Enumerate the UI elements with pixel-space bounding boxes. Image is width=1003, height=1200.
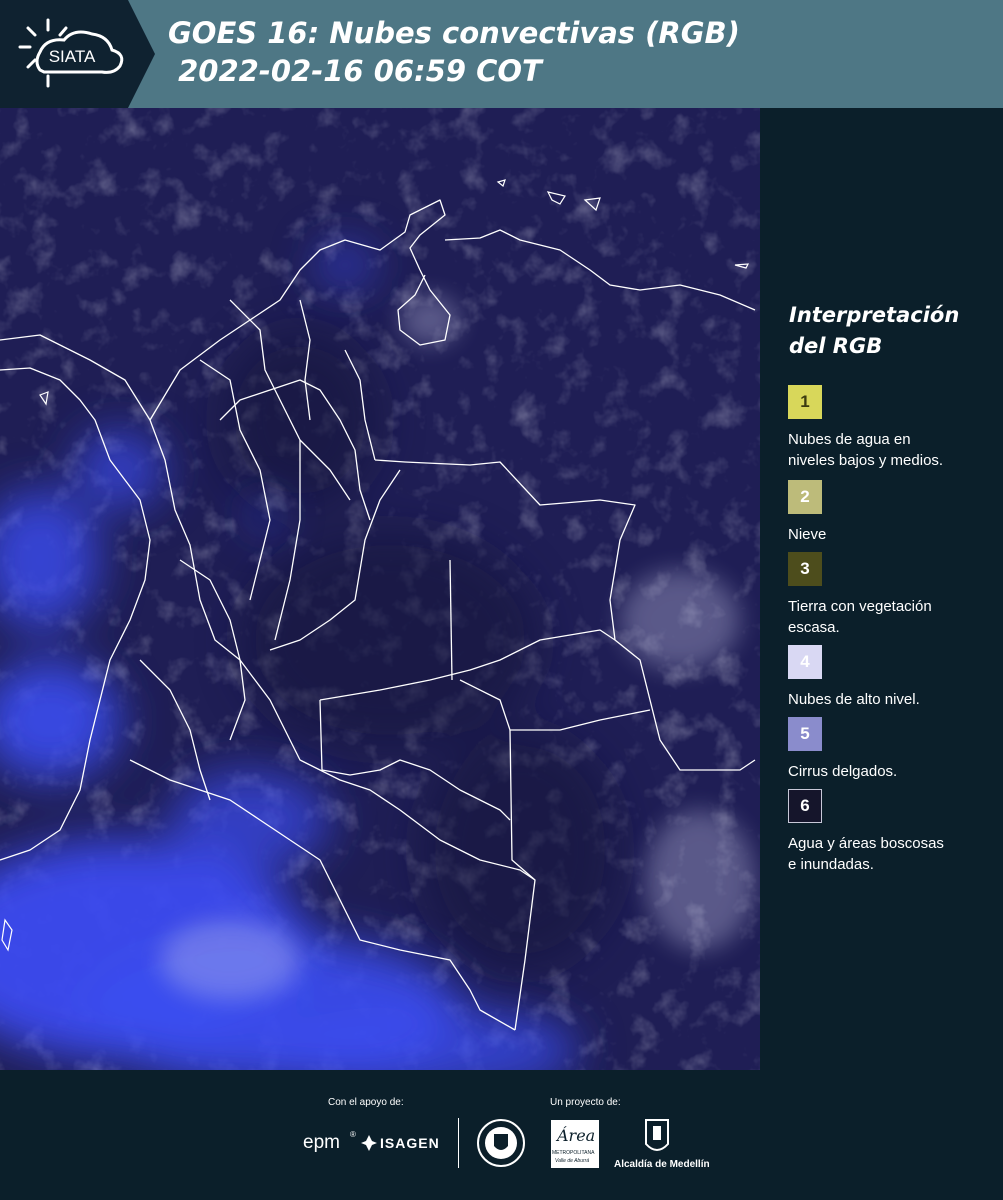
legend-title-line-2: del RGB xyxy=(789,334,883,358)
legend-label-1-line-1: Nubes de agua en xyxy=(788,431,911,448)
legend-label-5: Cirrus delgados. xyxy=(788,761,998,782)
legend-swatch-6: 6 xyxy=(788,789,822,823)
satellite-map-canvas xyxy=(0,108,760,1070)
legend-label-2: Nieve xyxy=(788,524,998,545)
medellin-seal-icon xyxy=(477,1119,525,1167)
header-bar: SIATA GOES 16: Nubes convectivas (RGB) 2… xyxy=(0,0,1003,108)
legend-item-3: 3 Tierra con vegetación escasa. xyxy=(788,552,998,638)
legend-label-3-line-2: escasa. xyxy=(788,619,840,636)
alcaldia-label: Alcaldía de Medellín xyxy=(614,1159,710,1170)
legend-label-6-line-2: e inundadas. xyxy=(788,856,874,873)
legend-label-4: Nubes de alto nivel. xyxy=(788,689,998,710)
title-line-2: 2022-02-16 06:59 COT xyxy=(168,54,542,88)
legend-item-5: 5 Cirrus delgados. xyxy=(788,717,998,782)
legend-swatch-5: 5 xyxy=(788,717,822,751)
legend-swatch-1: 1 xyxy=(788,385,822,419)
isagen-icon xyxy=(361,1135,377,1151)
legend-swatch-3: 3 xyxy=(788,552,822,586)
area-logo-sub1: METROPOLITANA xyxy=(552,1150,595,1156)
legend-label-6-line-1: Agua y áreas boscosas xyxy=(788,835,944,852)
page-title: GOES 16: Nubes convectivas (RGB) 2022-02… xyxy=(168,14,740,90)
legend-label-1-line-2: niveles bajos y medios. xyxy=(788,452,944,469)
siata-logo: SIATA xyxy=(0,0,155,108)
legend-label-6: Agua y áreas boscosas e inundadas. xyxy=(788,833,998,875)
legend-title-line-1: Interpretación xyxy=(789,303,960,327)
title-line-1: GOES 16: Nubes convectivas (RGB) xyxy=(168,16,740,50)
legend-title: Interpretación del RGB xyxy=(789,300,959,362)
area-logo-title: Área xyxy=(557,1126,596,1145)
footer-divider xyxy=(458,1118,459,1168)
legend-label-4-line-1: Nubes de alto nivel. xyxy=(788,691,920,708)
legend-item-2: 2 Nieve xyxy=(788,480,998,545)
epm-registered-mark: ® xyxy=(350,1130,356,1139)
isagen-logo: ISAGEN xyxy=(380,1135,440,1151)
map-frame xyxy=(760,108,762,1070)
satellite-map xyxy=(0,108,760,1070)
legend-label-3-line-1: Tierra con vegetación xyxy=(788,598,932,615)
legend-item-4: 4 Nubes de alto nivel. xyxy=(788,645,998,710)
legend-swatch-4: 4 xyxy=(788,645,822,679)
svg-text:SIATA: SIATA xyxy=(49,47,96,66)
legend-swatch-2: 2 xyxy=(788,480,822,514)
footer: Con el apoyo de: Un proyecto de: epm ® I… xyxy=(0,1070,1003,1200)
area-logo-sub2: Valle de Aburrá xyxy=(555,1158,590,1164)
alcaldia-shield-icon xyxy=(645,1119,669,1151)
legend-item-6: 6 Agua y áreas boscosas e inundadas. xyxy=(788,789,998,875)
support-label: Con el apoyo de: xyxy=(328,1097,404,1108)
legend-label-5-line-1: Cirrus delgados. xyxy=(788,763,898,780)
legend-label-2-line-1: Nieve xyxy=(788,526,827,543)
legend-item-1: 1 Nubes de agua en niveles bajos y medio… xyxy=(788,385,998,471)
legend-label-1: Nubes de agua en niveles bajos y medios. xyxy=(788,429,998,471)
area-metropolitana-logo: Área METROPOLITANA Valle de Aburrá xyxy=(551,1120,599,1168)
project-label: Un proyecto de: xyxy=(550,1097,621,1108)
legend-label-3: Tierra con vegetación escasa. xyxy=(788,596,998,638)
epm-logo: epm xyxy=(303,1132,340,1153)
